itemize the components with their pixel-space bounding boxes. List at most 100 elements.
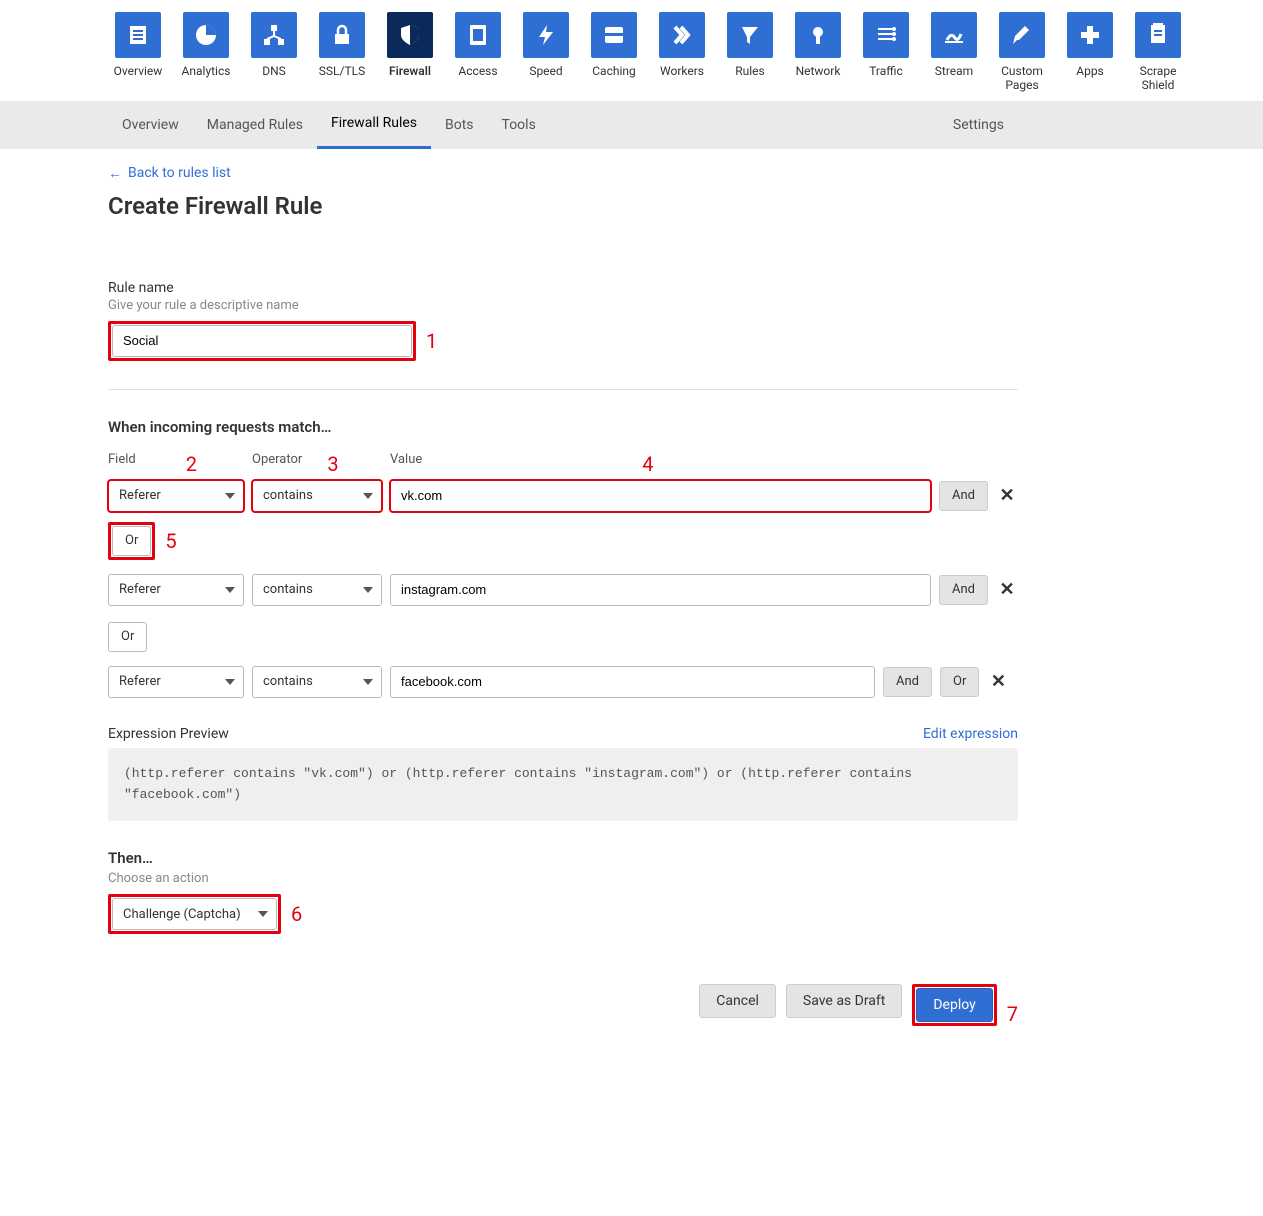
annotation-7: 7 — [1007, 1002, 1018, 1026]
annotation-3: 3 — [327, 452, 338, 476]
access-icon — [455, 12, 501, 58]
operator-select-value: contains — [263, 582, 313, 597]
rule-row: Referer contains And ✕ — [108, 574, 1018, 606]
nav-apps[interactable]: Apps — [1060, 12, 1120, 93]
nav-overview[interactable]: Overview — [108, 12, 168, 93]
operator-select[interactable]: contains — [252, 666, 382, 698]
value-input[interactable] — [390, 666, 875, 698]
tab-settings[interactable]: Settings — [939, 101, 1018, 149]
field-select-value: Referer — [119, 488, 161, 503]
field-select[interactable]: Referer — [108, 574, 244, 606]
nav-label: Scrape Shield — [1128, 64, 1188, 93]
chevron-down-icon — [363, 679, 373, 685]
rule-name-label: Rule name — [108, 280, 1018, 296]
tab-managed-rules[interactable]: Managed Rules — [193, 101, 317, 149]
then-heading: Then… — [108, 849, 1018, 867]
nav-label: Rules — [720, 64, 780, 78]
nav-custom-pages[interactable]: Custom Pages — [992, 12, 1052, 93]
stream-icon — [931, 12, 977, 58]
caching-icon — [591, 12, 637, 58]
field-select-value: Referer — [119, 674, 161, 689]
apps-icon — [1067, 12, 1113, 58]
edit-expression-link[interactable]: Edit expression — [923, 726, 1018, 742]
analytics-icon — [183, 12, 229, 58]
cancel-button[interactable]: Cancel — [699, 984, 776, 1018]
rule-row: Referer contains And ✕ — [108, 480, 1018, 512]
workers-icon — [659, 12, 705, 58]
field-select[interactable]: Referer — [108, 666, 244, 698]
back-to-rules-link[interactable]: ← Back to rules list — [108, 165, 1018, 182]
tab-bar-inner: OverviewManaged RulesFirewall RulesBotsT… — [108, 101, 1018, 149]
footer-buttons: Cancel Save as Draft Deploy 7 — [108, 984, 1018, 1026]
chevron-down-icon — [225, 493, 235, 499]
chevron-down-icon — [363, 587, 373, 593]
value-input[interactable] — [390, 480, 931, 512]
chevron-down-icon — [225, 587, 235, 593]
close-icon[interactable]: ✕ — [996, 579, 1018, 600]
overview-icon — [115, 12, 161, 58]
col-value-label: Value — [390, 452, 422, 476]
nav-label: Custom Pages — [992, 64, 1052, 93]
nav-label: Caching — [584, 64, 644, 78]
tab-bots[interactable]: Bots — [431, 101, 488, 149]
nav-label: Speed — [516, 64, 576, 78]
scrape-shield-icon — [1135, 12, 1181, 58]
traffic-icon — [863, 12, 909, 58]
tab-overview[interactable]: Overview — [108, 101, 193, 149]
nav-label: Workers — [652, 64, 712, 78]
col-field-label: Field — [108, 452, 136, 476]
nav-label: Apps — [1060, 64, 1120, 78]
nav-rules[interactable]: Rules — [720, 12, 780, 93]
and-button[interactable]: And — [883, 667, 932, 697]
operator-select[interactable]: contains — [252, 480, 382, 512]
rules-icon — [727, 12, 773, 58]
then-hint: Choose an action — [108, 871, 1018, 886]
operator-select[interactable]: contains — [252, 574, 382, 606]
nav-label: Access — [448, 64, 508, 78]
network-icon — [795, 12, 841, 58]
top-nav: Overview Analytics DNS SSL/TLSFirewall Acces… — [108, 0, 1263, 101]
action-select-value: Challenge (Captcha) — [123, 907, 241, 922]
nav-traffic[interactable]: Traffic — [856, 12, 916, 93]
nav-firewall[interactable]: Firewall — [380, 12, 440, 93]
nav-ssl-tls[interactable]: SSL/TLS — [312, 12, 372, 93]
rule-row: Referer contains And Or ✕ — [108, 666, 1018, 698]
rule-name-hint: Give your rule a descriptive name — [108, 298, 1018, 313]
nav-label: Overview — [108, 64, 168, 78]
and-button[interactable]: And — [939, 481, 988, 511]
chevron-down-icon — [258, 911, 268, 917]
action-select[interactable]: Challenge (Captcha) — [112, 898, 277, 930]
tab-tools[interactable]: Tools — [488, 101, 550, 149]
ssl-tls-icon — [319, 12, 365, 58]
and-button[interactable]: And — [939, 575, 988, 605]
nav-dns[interactable]: DNS — [244, 12, 304, 93]
deploy-button[interactable]: Deploy — [916, 988, 992, 1022]
save-draft-button[interactable]: Save as Draft — [786, 984, 902, 1018]
close-icon[interactable]: ✕ — [996, 485, 1018, 506]
annotation-4: 4 — [642, 452, 653, 476]
nav-access[interactable]: Access — [448, 12, 508, 93]
close-icon[interactable]: ✕ — [987, 671, 1009, 692]
main-content: ← Back to rules list Create Firewall Rul… — [108, 165, 1018, 1067]
custom-pages-icon — [999, 12, 1045, 58]
speed-icon — [523, 12, 569, 58]
nav-label: DNS — [244, 64, 304, 78]
nav-workers[interactable]: Workers — [652, 12, 712, 93]
annotation-2: 2 — [186, 452, 197, 476]
rule-name-input[interactable] — [112, 325, 412, 357]
nav-scrape-shield[interactable]: Scrape Shield — [1128, 12, 1188, 93]
page-title: Create Firewall Rule — [108, 192, 1018, 220]
operator-select-value: contains — [263, 488, 313, 503]
tab-firewall-rules[interactable]: Firewall Rules — [317, 101, 431, 149]
nav-caching[interactable]: Caching — [584, 12, 644, 93]
nav-analytics[interactable]: Analytics — [176, 12, 236, 93]
nav-network[interactable]: Network — [788, 12, 848, 93]
or-connector[interactable]: Or — [112, 526, 151, 556]
field-select[interactable]: Referer — [108, 480, 244, 512]
value-input[interactable] — [390, 574, 931, 606]
annotation-5: 5 — [165, 529, 176, 553]
nav-speed[interactable]: Speed — [516, 12, 576, 93]
or-connector[interactable]: Or — [108, 622, 147, 652]
nav-stream[interactable]: Stream — [924, 12, 984, 93]
or-button[interactable]: Or — [940, 667, 979, 697]
